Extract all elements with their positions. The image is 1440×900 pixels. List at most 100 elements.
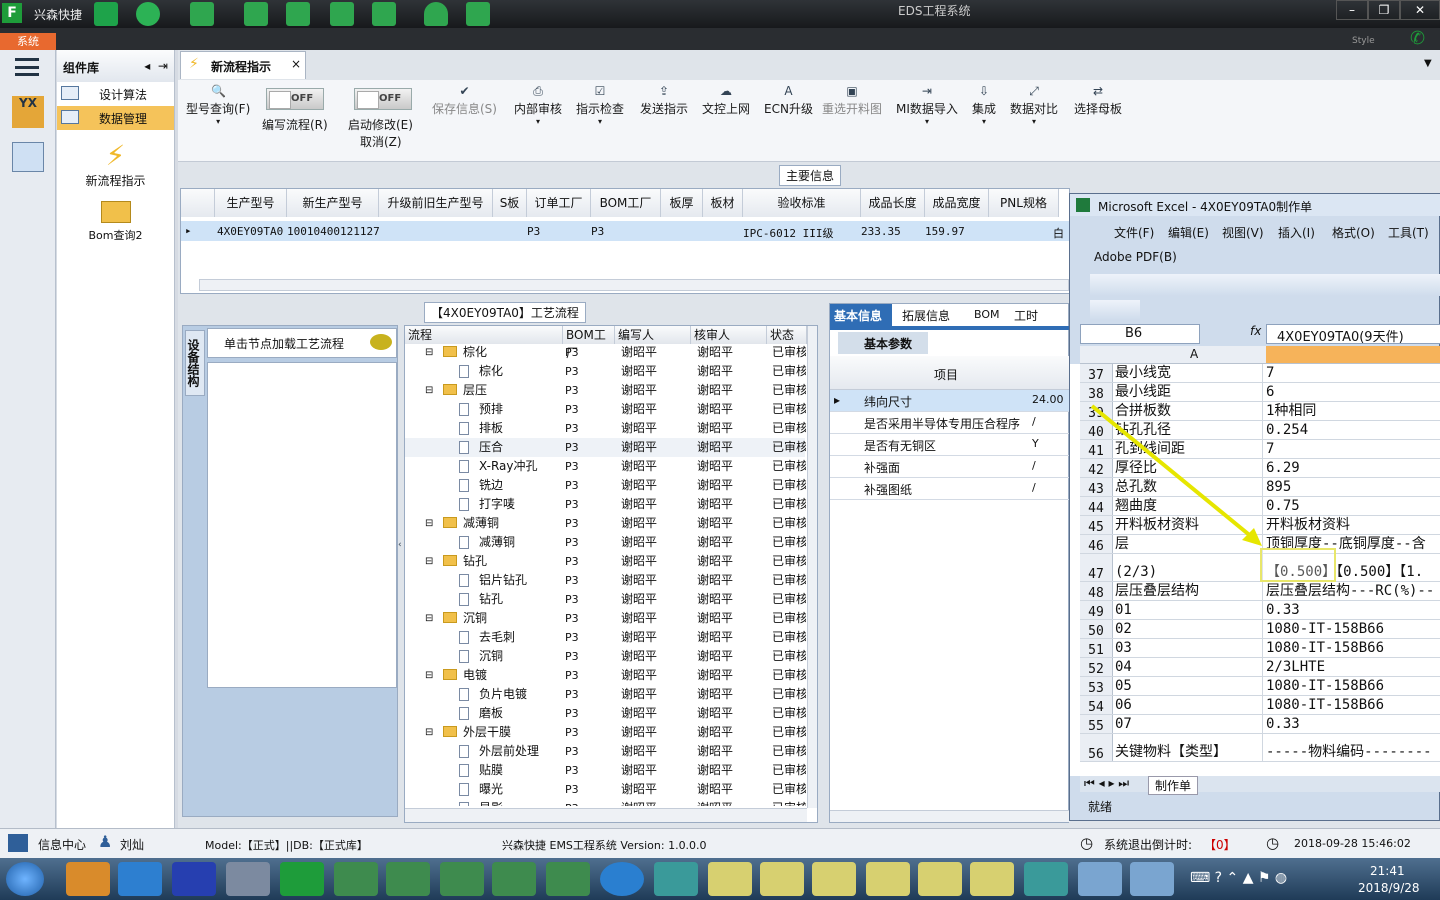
yx-icon[interactable]: YX (12, 96, 44, 128)
column-b-header[interactable] (1266, 346, 1440, 363)
tree-row[interactable]: 显影 P3 谢昭平 谢昭平 已审核 (405, 799, 806, 806)
cad-icon[interactable] (970, 862, 1014, 896)
menu-view[interactable]: 视图(V) (1222, 224, 1264, 241)
integrate-button[interactable]: ⇩ 集成 ▾ (972, 84, 996, 126)
horizontal-scrollbar[interactable] (830, 810, 1070, 822)
expand-toggle[interactable]: ⊟ (425, 666, 433, 685)
cell-b[interactable]: 1080-IT-158B66 (1266, 696, 1440, 714)
cell-a[interactable]: 07 (1115, 715, 1263, 733)
excel-icon[interactable] (492, 862, 536, 896)
tab-basic-params[interactable]: 基本参数 (838, 332, 928, 354)
cell-b[interactable]: 层压叠层结构---RC(%)-- (1266, 582, 1440, 600)
nav-arrows[interactable]: ◂ ⇥ (144, 59, 168, 73)
column-a-header[interactable]: A (1190, 347, 1198, 361)
column-header[interactable]: 项目 (934, 366, 958, 383)
column-header[interactable]: BOM工厂 (591, 189, 661, 217)
cad-icon[interactable] (708, 862, 752, 896)
cell-a[interactable]: 06 (1115, 696, 1263, 714)
help-icon[interactable] (136, 2, 160, 26)
messenger-icon[interactable] (600, 862, 644, 896)
cell-a[interactable]: 03 (1115, 639, 1263, 657)
column-header[interactable]: 验收标准 (743, 189, 861, 217)
expand-toggle[interactable]: ⊟ (425, 514, 433, 533)
app-icon[interactable] (1024, 862, 1068, 896)
row-number[interactable]: 51 (1080, 639, 1113, 658)
tree-row[interactable]: ⊟ 棕化 P3 谢昭平 谢昭平 已审核 (405, 344, 806, 362)
cell-b[interactable]: 1080-IT-158B66 (1266, 677, 1440, 695)
app-icon[interactable] (654, 862, 698, 896)
cell-b[interactable]: 1种相同 (1266, 402, 1440, 420)
tree-row[interactable]: 曝光 P3 谢昭平 谢昭平 已审核 (405, 780, 806, 799)
cell-a[interactable]: 02 (1115, 620, 1263, 638)
tree-row[interactable]: ⊟ 沉铜 P3 谢昭平 谢昭平 已审核 (405, 609, 806, 628)
cell-b[interactable]: 0.75 (1266, 497, 1440, 515)
close-button[interactable]: ✕ (1400, 0, 1440, 20)
param-row[interactable]: 是否有无铜区 Y (830, 434, 1070, 456)
minimize-button[interactable]: – (1336, 0, 1368, 20)
tree-row[interactable]: 磨板 P3 谢昭平 谢昭平 已审核 (405, 704, 806, 723)
tree-row[interactable]: 负片电镀 P3 谢昭平 谢昭平 已审核 (405, 685, 806, 704)
nav-item-design-algorithm[interactable]: 设计算法 (57, 82, 174, 106)
expand-toggle[interactable]: ⊟ (425, 552, 433, 571)
internal-review-button[interactable]: ⎙ 内部审核 ▾ (514, 84, 562, 126)
row-number[interactable]: 52 (1080, 658, 1113, 677)
cell-a[interactable]: 最小线距 (1115, 383, 1263, 401)
user-icon[interactable] (424, 2, 448, 26)
expand-toggle[interactable]: ⊟ (425, 609, 433, 628)
scissors-icon[interactable] (244, 2, 268, 26)
sheet-row[interactable]: 37 最小线宽 7 (1080, 364, 1440, 383)
cell-b[interactable]: 开料板材资料 (1266, 516, 1440, 534)
tree-row[interactable]: 棕化 P3 谢昭平 谢昭平 已审核 (405, 362, 806, 381)
menu-edit[interactable]: 编辑(E) (1168, 224, 1209, 241)
info-center[interactable]: 信息中心 (38, 836, 86, 853)
cad-icon[interactable] (812, 862, 856, 896)
start-edit-toggle[interactable]: OFF (354, 88, 412, 110)
menu-format[interactable]: 格式(O) (1332, 224, 1375, 241)
nav-item-data-management[interactable]: 数据管理 (57, 106, 174, 130)
param-row[interactable]: 补强图纸 / (830, 478, 1070, 500)
cell-a[interactable]: 最小线宽 (1115, 364, 1263, 382)
tree-row[interactable]: 沉铜 P3 谢昭平 谢昭平 已审核 (405, 647, 806, 666)
column-header[interactable]: 生产型号 (215, 189, 287, 217)
sheet-row[interactable]: 51 03 1080-IT-158B66 (1080, 639, 1440, 658)
cell-b[interactable]: 1080-IT-158B66 (1266, 620, 1440, 638)
close-tab-icon[interactable]: × (291, 57, 301, 71)
excel-icon[interactable] (334, 862, 378, 896)
vertical-scrollbar[interactable] (807, 326, 817, 808)
send-instruction-button[interactable]: ⇪ 发送指示 (640, 84, 688, 117)
tree-column-header[interactable]: 状态 (767, 326, 807, 344)
tree-row[interactable]: ⊟ 层压 P3 谢昭平 谢昭平 已审核 (405, 381, 806, 400)
system-tab[interactable]: 系统 (0, 33, 56, 50)
compare-button[interactable]: ⤢ 数据对比 ▾ (1010, 84, 1058, 126)
check-instruction-button[interactable]: ☑ 指示检查 ▾ (576, 84, 624, 126)
tree-row[interactable]: ⊟ 减薄铜 P3 谢昭平 谢昭平 已审核 (405, 514, 806, 533)
tree-row[interactable]: ⊟ 电镀 P3 谢昭平 谢昭平 已审核 (405, 666, 806, 685)
select-master-button[interactable]: ⇄ 选择母板 (1074, 84, 1122, 117)
cell-a[interactable]: 05 (1115, 677, 1263, 695)
param-row[interactable]: 补强面 / (830, 456, 1070, 478)
clock-date[interactable]: 2018/9/28 (1358, 881, 1420, 895)
write-flow-toggle[interactable]: OFF (266, 88, 324, 110)
name-box[interactable]: B6 (1080, 324, 1200, 344)
cell-b[interactable]: -----物料编码-------- (1266, 734, 1440, 761)
sheet-row[interactable]: 52 04 2/3LHTE (1080, 658, 1440, 677)
sheet-row[interactable]: 38 最小线距 6 (1080, 383, 1440, 402)
film-icon[interactable] (286, 2, 310, 26)
cad-icon[interactable] (760, 862, 804, 896)
cell-b[interactable]: 0.33 (1266, 601, 1440, 619)
maximize-button[interactable]: ❐ (1368, 0, 1400, 20)
tree-row[interactable]: 排板 P3 谢昭平 谢昭平 已审核 (405, 419, 806, 438)
column-header[interactable]: 订单工厂 (527, 189, 591, 217)
doc-online-button[interactable]: ☁ 文控上网 (702, 84, 750, 117)
mi-import-button[interactable]: ⇥ MI数据导入 ▾ (896, 84, 958, 126)
tree-row[interactable]: 外层前处理 P3 谢昭平 谢昭平 已审核 (405, 742, 806, 761)
sheet-nav-arrows[interactable]: ⏮ ◂ ▸ ⏭ (1084, 776, 1129, 791)
sheet-row[interactable]: 48 层压叠层结构 层压叠层结构---RC(%)-- (1080, 582, 1440, 601)
sheet-row[interactable]: 56 关键物料【类型】 -----物料编码-------- (1080, 734, 1440, 762)
cell-a[interactable]: 04 (1115, 658, 1263, 676)
bom-query-item[interactable]: Bom查询2 (57, 201, 174, 243)
tree-row[interactable]: 铣边 P3 谢昭平 谢昭平 已审核 (405, 476, 806, 495)
expand-toggle[interactable]: ⊟ (425, 723, 433, 742)
row-number[interactable]: 55 (1080, 715, 1113, 734)
excel-icon[interactable] (386, 862, 430, 896)
